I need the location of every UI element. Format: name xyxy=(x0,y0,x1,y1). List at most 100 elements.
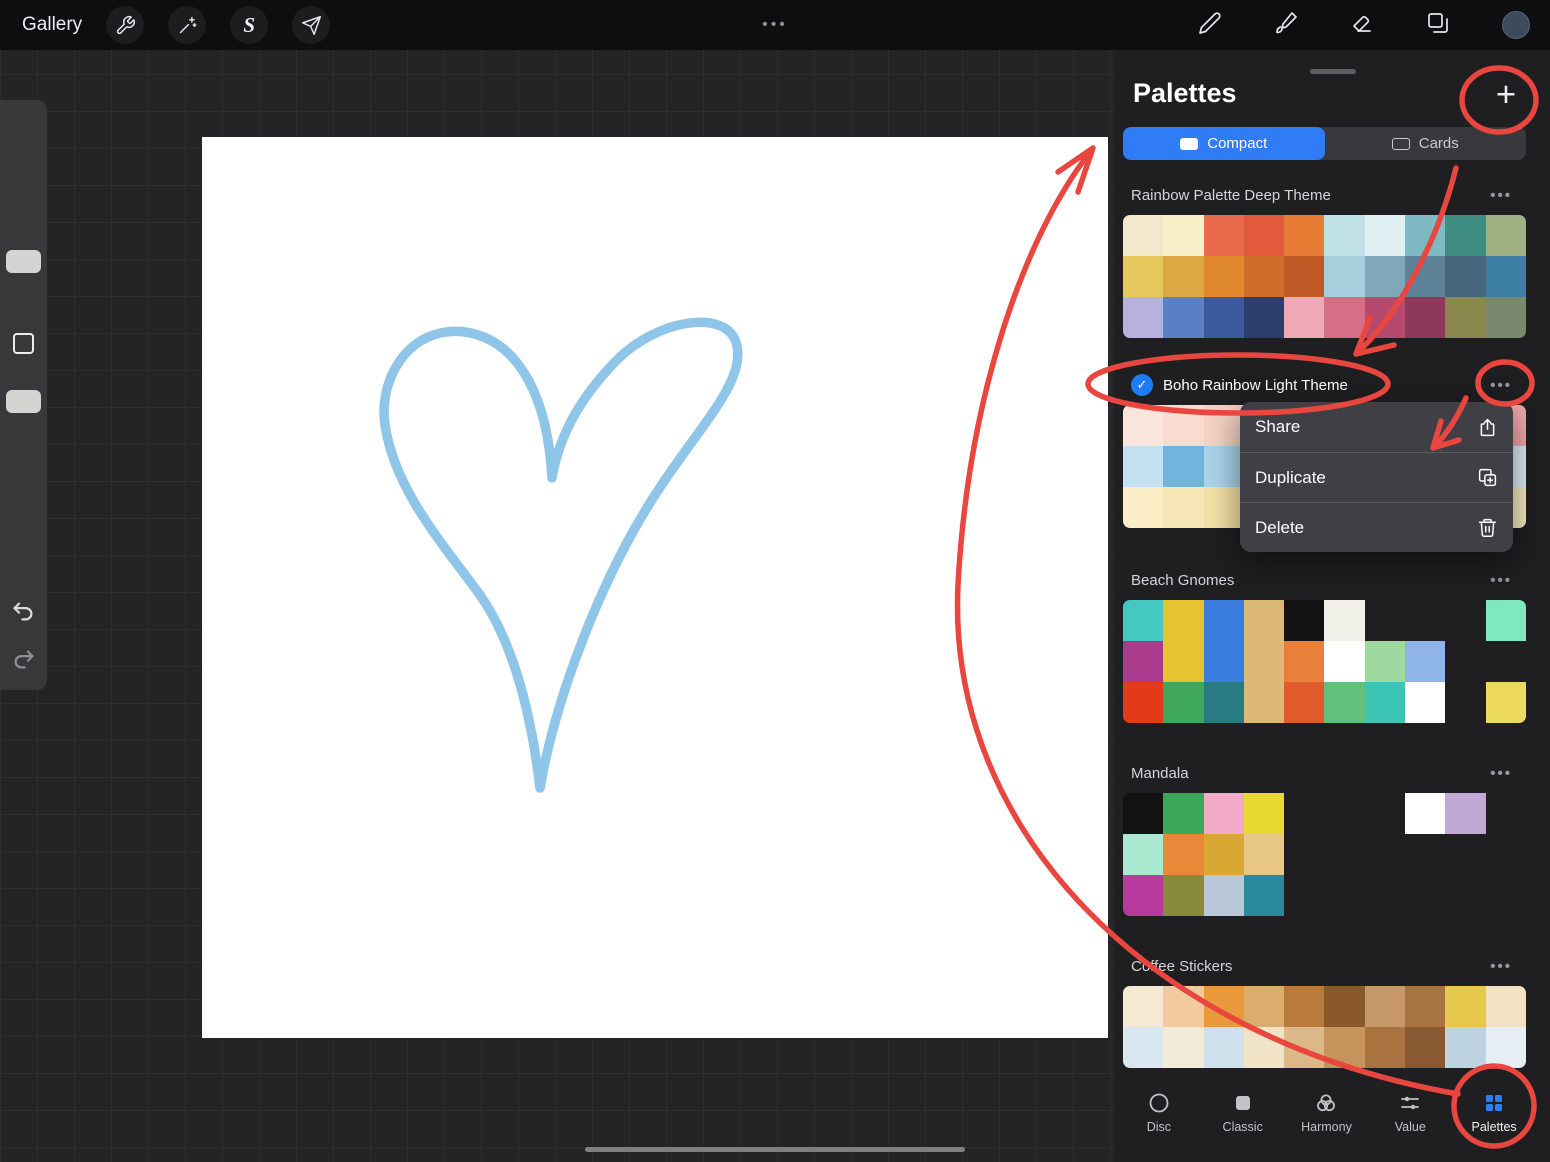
swatch[interactable] xyxy=(1123,875,1164,916)
swatch[interactable] xyxy=(1203,641,1244,682)
swatch[interactable] xyxy=(1405,297,1446,338)
swatch[interactable] xyxy=(1485,682,1526,723)
swatch[interactable] xyxy=(1445,256,1486,297)
paint-tool-button[interactable] xyxy=(1198,11,1222,40)
swatch[interactable] xyxy=(1203,446,1244,487)
swatch[interactable] xyxy=(1243,256,1285,297)
swatch[interactable] xyxy=(1243,986,1285,1027)
swatch[interactable] xyxy=(1243,793,1285,834)
menu-item-delete[interactable]: Delete xyxy=(1240,502,1513,552)
swatch[interactable] xyxy=(1405,600,1445,641)
swatch[interactable] xyxy=(1365,834,1405,875)
swatch[interactable] xyxy=(1284,793,1324,834)
swatch[interactable] xyxy=(1405,793,1446,834)
swatch[interactable] xyxy=(1243,297,1285,338)
swatch[interactable] xyxy=(1445,986,1486,1027)
swatch[interactable] xyxy=(1324,986,1365,1027)
swatch[interactable] xyxy=(1284,256,1325,297)
smudge-tool-button[interactable] xyxy=(1274,11,1298,40)
swatch[interactable] xyxy=(1203,600,1244,641)
swatch[interactable] xyxy=(1123,297,1164,338)
swatch[interactable] xyxy=(1445,297,1486,338)
swatch[interactable] xyxy=(1163,297,1204,338)
swatch[interactable] xyxy=(1324,793,1364,834)
swatch[interactable] xyxy=(1203,487,1244,528)
swatch[interactable] xyxy=(1163,215,1204,256)
swatch[interactable] xyxy=(1163,405,1204,446)
gallery-button[interactable]: Gallery xyxy=(22,14,82,36)
swatch[interactable] xyxy=(1123,405,1164,446)
swatch[interactable] xyxy=(1203,405,1244,446)
tab-disc[interactable]: Disc xyxy=(1117,1078,1201,1146)
swatch[interactable] xyxy=(1163,1027,1204,1068)
swatch[interactable] xyxy=(1445,641,1485,682)
modify-button[interactable] xyxy=(13,333,34,354)
swatch[interactable] xyxy=(1163,487,1204,528)
swatch[interactable] xyxy=(1405,641,1446,682)
swatch[interactable] xyxy=(1123,446,1164,487)
swatch[interactable] xyxy=(1243,1027,1285,1068)
tab-harmony[interactable]: Harmony xyxy=(1285,1078,1369,1146)
palette-options-button[interactable]: ••• xyxy=(1490,765,1512,782)
swatch[interactable] xyxy=(1485,600,1526,641)
active-color-swatch[interactable] xyxy=(1502,11,1530,39)
swatch[interactable] xyxy=(1284,641,1325,682)
swatch[interactable] xyxy=(1445,1027,1486,1068)
swatch[interactable] xyxy=(1405,986,1446,1027)
swatch[interactable] xyxy=(1405,256,1446,297)
swatch[interactable] xyxy=(1364,256,1406,297)
swatch[interactable] xyxy=(1445,834,1485,875)
transform-button[interactable] xyxy=(292,6,331,44)
swatch[interactable] xyxy=(1485,256,1526,297)
swatch[interactable] xyxy=(1123,986,1164,1027)
swatch[interactable] xyxy=(1365,600,1405,641)
swatch[interactable] xyxy=(1163,446,1204,487)
swatch[interactable] xyxy=(1485,1027,1526,1068)
palette-options-button[interactable]: ••• xyxy=(1490,187,1512,204)
swatch[interactable] xyxy=(1123,215,1164,256)
swatch[interactable] xyxy=(1123,834,1164,875)
swatch[interactable] xyxy=(1203,986,1244,1027)
swatch[interactable] xyxy=(1486,834,1526,875)
swatch[interactable] xyxy=(1284,215,1325,256)
swatch[interactable] xyxy=(1365,875,1405,916)
swatch[interactable] xyxy=(1486,875,1526,916)
swatch[interactable] xyxy=(1324,215,1365,256)
swatch[interactable] xyxy=(1485,297,1526,338)
swatch[interactable] xyxy=(1324,875,1364,916)
swatch[interactable] xyxy=(1284,297,1325,338)
swatch[interactable] xyxy=(1324,256,1365,297)
swatch[interactable] xyxy=(1364,1027,1406,1068)
swatch[interactable] xyxy=(1203,297,1244,338)
swatch[interactable] xyxy=(1405,215,1446,256)
undo-button[interactable] xyxy=(10,598,37,625)
swatch[interactable] xyxy=(1284,986,1325,1027)
brush-opacity-slider[interactable] xyxy=(6,390,41,413)
brush-size-slider[interactable] xyxy=(6,250,41,273)
window-options-dots[interactable]: ••• xyxy=(762,0,788,50)
menu-item-share[interactable]: Share xyxy=(1240,402,1513,452)
swatch[interactable] xyxy=(1485,215,1526,256)
swatch[interactable] xyxy=(1123,641,1164,682)
swatch[interactable] xyxy=(1243,641,1285,682)
swatch[interactable] xyxy=(1364,215,1406,256)
swatch[interactable] xyxy=(1365,793,1405,834)
swatch[interactable] xyxy=(1364,297,1406,338)
swatch[interactable] xyxy=(1405,834,1445,875)
swatch[interactable] xyxy=(1123,256,1164,297)
swatch[interactable] xyxy=(1445,600,1485,641)
swatch[interactable] xyxy=(1163,682,1204,723)
swatch[interactable] xyxy=(1243,600,1285,641)
menu-item-duplicate[interactable]: Duplicate xyxy=(1240,452,1513,502)
swatch[interactable] xyxy=(1163,600,1204,641)
palette-options-button[interactable]: ••• xyxy=(1490,958,1512,975)
swatch[interactable] xyxy=(1243,215,1285,256)
swatch[interactable] xyxy=(1485,986,1526,1027)
swatch[interactable] xyxy=(1486,793,1526,834)
swatch[interactable] xyxy=(1324,682,1365,723)
swatch[interactable] xyxy=(1243,834,1285,875)
tab-palettes[interactable]: Palettes xyxy=(1452,1078,1536,1146)
actions-button[interactable] xyxy=(106,6,145,44)
swatch[interactable] xyxy=(1284,875,1324,916)
swatch[interactable] xyxy=(1123,1027,1164,1068)
